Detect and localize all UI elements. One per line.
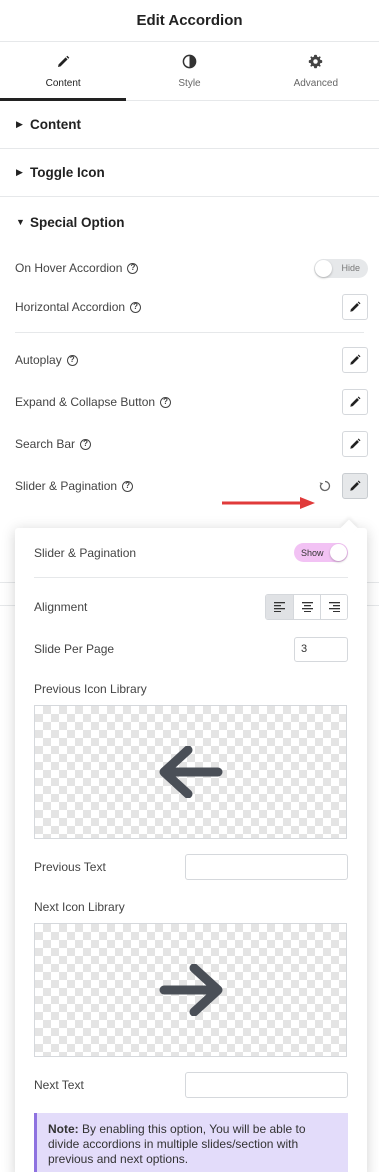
toggle-on-label: Show	[301, 547, 324, 558]
tab-style-label: Style	[178, 77, 201, 89]
align-left-button[interactable]	[266, 595, 293, 619]
horizontal-edit-button[interactable]	[342, 294, 368, 320]
alignment-row: Alignment	[34, 578, 348, 636]
popover-slider-row: Slider & Pagination Show	[34, 528, 348, 578]
gear-icon	[308, 54, 324, 70]
pencil-icon	[350, 438, 361, 449]
slide-per-page-label: Slide Per Page	[34, 642, 115, 656]
expand-collapse-label: Expand & Collapse Button	[15, 395, 156, 409]
arrow-left-icon	[159, 746, 222, 798]
horizontal-accordion-label: Horizontal Accordion	[15, 300, 126, 314]
search-bar-row: Search Bar ?	[0, 423, 379, 465]
popover-slider-label: Slider & Pagination	[34, 545, 137, 560]
info-note: Note: By enabling this option, You will …	[34, 1113, 348, 1172]
autoplay-edit-button[interactable]	[342, 347, 368, 373]
alignment-label: Alignment	[34, 600, 88, 614]
pencil-icon	[350, 396, 361, 407]
tab-advanced-label: Advanced	[293, 77, 339, 89]
next-text-label: Next Text	[34, 1078, 84, 1092]
section-content[interactable]: ▶ Content	[0, 101, 379, 149]
autoplay-label: Autoplay	[15, 353, 62, 367]
caret-right-icon: ▶	[16, 167, 23, 177]
pencil-icon	[350, 354, 361, 365]
pencil-icon	[55, 54, 71, 70]
align-left-icon	[274, 602, 285, 612]
section-content-label: Content	[30, 117, 81, 132]
tab-style[interactable]: Style	[126, 42, 252, 100]
autoplay-row: Autoplay ?	[0, 339, 379, 381]
align-center-button[interactable]	[293, 595, 320, 619]
slide-per-page-input[interactable]	[294, 636, 348, 662]
pencil-icon	[350, 301, 361, 312]
red-arrow-annotation	[222, 497, 315, 509]
align-right-icon	[328, 602, 340, 612]
section-special-option-label: Special Option	[30, 214, 125, 230]
section-special-option[interactable]: ▼ Special Option	[0, 197, 379, 247]
horizontal-accordion-row: Horizontal Accordion ?	[0, 286, 379, 328]
align-center-icon	[301, 602, 313, 612]
note-text: By enabling this option, You will be abl…	[48, 1122, 306, 1166]
section-toggle-icon[interactable]: ▶ Toggle Icon	[0, 149, 379, 197]
slider-pagination-popover: Slider & Pagination Show Alignment Slide…	[15, 528, 367, 1172]
previous-text-input[interactable]	[185, 854, 348, 880]
previous-text-row: Previous Text	[34, 854, 348, 880]
next-text-row: Next Text	[34, 1072, 348, 1098]
tab-content[interactable]: Content	[0, 42, 127, 101]
divider	[15, 332, 364, 333]
search-bar-label: Search Bar	[15, 437, 76, 451]
alignment-control	[265, 594, 348, 620]
slider-pagination-row: Slider & Pagination ?	[0, 465, 379, 507]
help-icon[interactable]: ?	[127, 262, 139, 274]
reset-icon[interactable]	[318, 479, 332, 493]
half-circle-icon	[181, 54, 197, 70]
on-hover-accordion-row: On Hover Accordion ? Hide	[0, 247, 379, 289]
next-icon-library-label: Next Icon Library	[34, 900, 125, 914]
arrow-right-icon	[159, 964, 222, 1016]
tab-bar: Content Style Advanced	[0, 42, 379, 101]
toggle-off-label: Hide	[341, 263, 360, 273]
caret-down-icon: ▼	[16, 217, 25, 227]
section-toggle-icon-label: Toggle Icon	[30, 165, 105, 180]
caret-right-icon: ▶	[16, 119, 23, 129]
search-bar-edit-button[interactable]	[342, 431, 368, 457]
tab-content-label: Content	[45, 77, 81, 89]
previous-icon-library-label: Previous Icon Library	[34, 682, 147, 696]
next-text-input[interactable]	[185, 1072, 348, 1098]
previous-icon-picker[interactable]	[34, 705, 347, 839]
on-hover-toggle[interactable]: Hide	[314, 258, 368, 278]
slide-per-page-row: Slide Per Page	[34, 636, 348, 662]
tab-advanced[interactable]: Advanced	[253, 42, 379, 100]
align-right-button[interactable]	[320, 595, 347, 619]
pencil-icon	[350, 480, 361, 491]
slider-pagination-label: Slider & Pagination	[15, 479, 118, 493]
expand-collapse-row: Expand & Collapse Button ?	[0, 381, 379, 423]
help-icon[interactable]: ?	[130, 301, 142, 313]
previous-text-label: Previous Text	[34, 860, 106, 874]
next-icon-picker[interactable]	[34, 923, 347, 1057]
slider-pagination-edit-button[interactable]	[342, 473, 368, 499]
on-hover-accordion-label: On Hover Accordion	[15, 261, 123, 275]
help-icon[interactable]: ?	[160, 396, 172, 408]
note-bold-label: Note:	[48, 1122, 79, 1136]
help-icon[interactable]: ?	[80, 438, 92, 450]
panel-title: Edit Accordion	[0, 0, 379, 42]
help-icon[interactable]: ?	[66, 354, 78, 366]
expand-collapse-edit-button[interactable]	[342, 389, 368, 415]
slider-pagination-toggle[interactable]: Show	[294, 543, 348, 562]
help-icon[interactable]: ?	[122, 480, 134, 492]
